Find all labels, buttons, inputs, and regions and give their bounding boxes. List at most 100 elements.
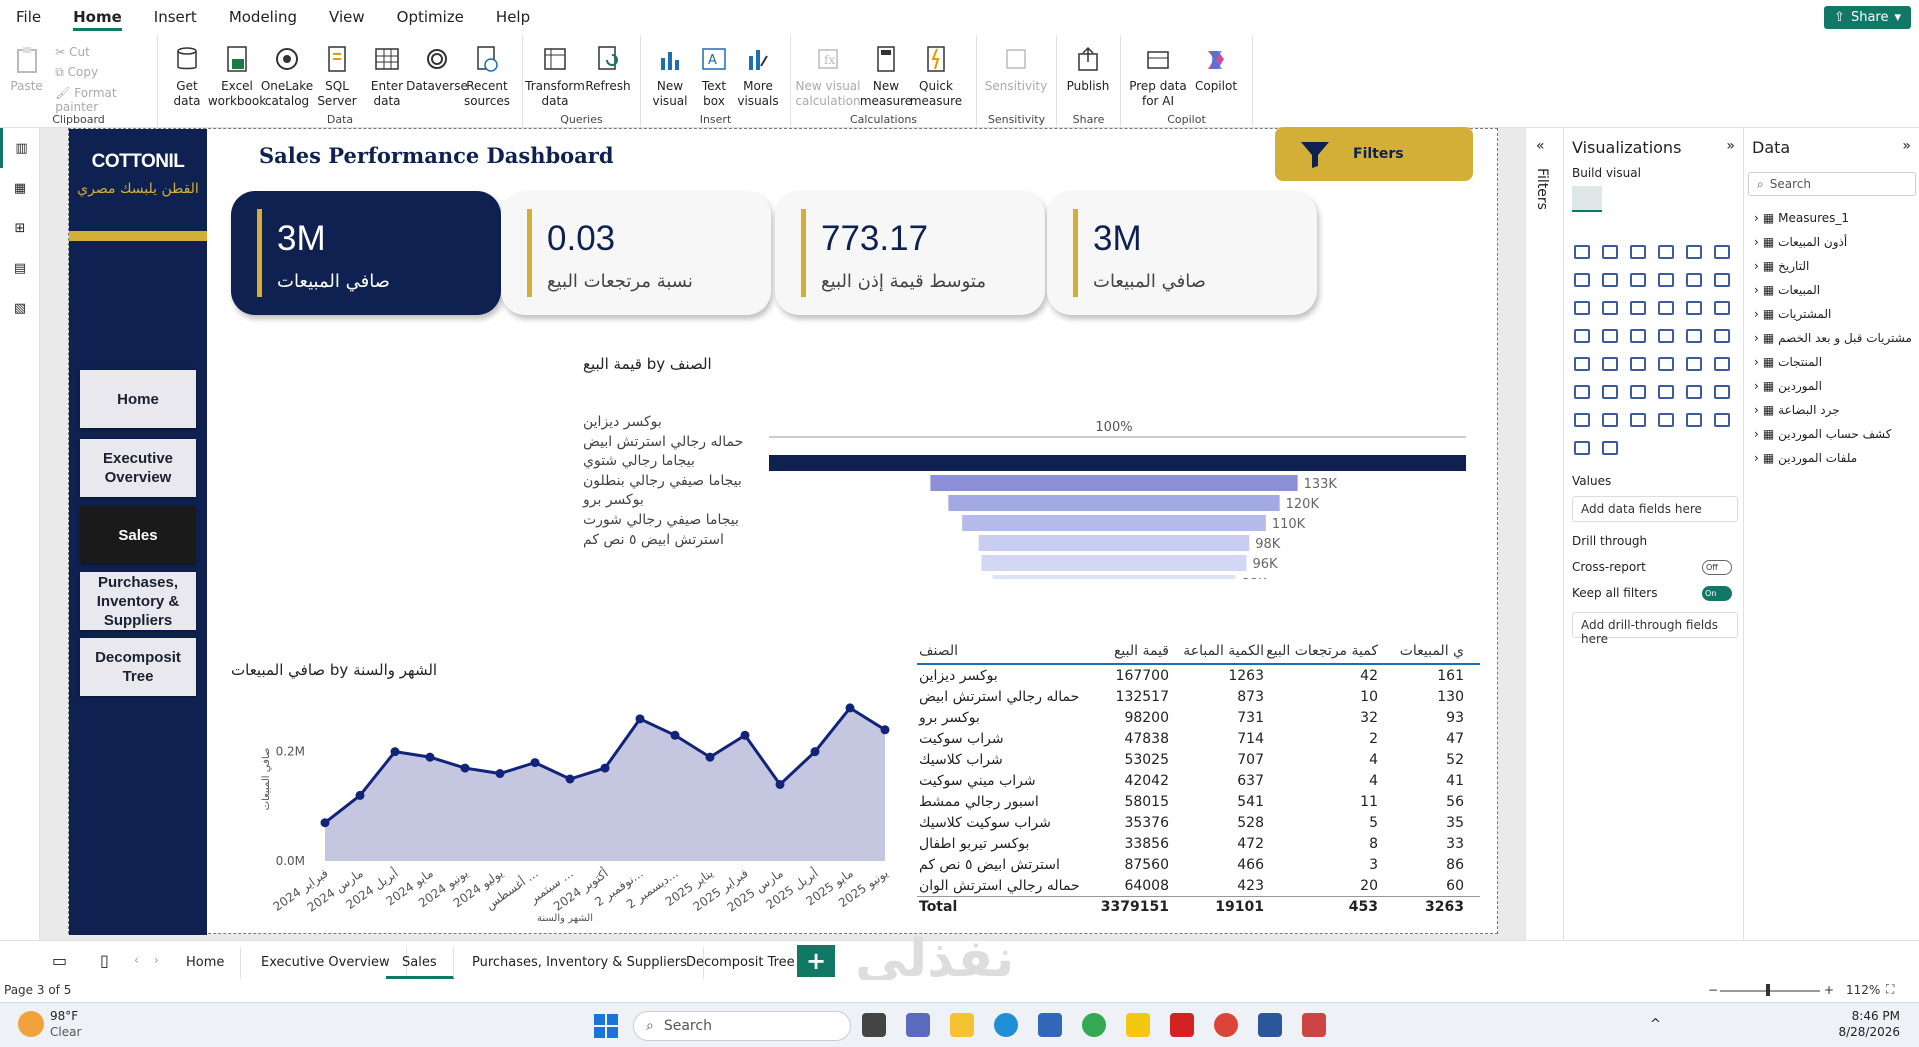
visual-type-icon[interactable]	[1680, 350, 1708, 378]
taskbar-search[interactable]: ⌕ Search	[633, 1011, 851, 1041]
format-painter-button[interactable]: 🖌 Format painter	[55, 86, 153, 114]
menu-optimize[interactable]: Optimize	[381, 0, 480, 35]
nav-sales-button[interactable]: Sales	[80, 506, 196, 564]
sales-table[interactable]: الصنف قيمة البيع الكمية المباعة كمية مرت…	[917, 639, 1480, 916]
data-search-input[interactable]: ⌕ Search	[1748, 172, 1916, 196]
model-view-button[interactable]: ⊞	[0, 208, 40, 248]
word-icon[interactable]	[1258, 1013, 1282, 1037]
visual-type-icon[interactable]	[1596, 350, 1624, 378]
visual-type-icon[interactable]	[1624, 350, 1652, 378]
visual-type-icon[interactable]	[1652, 322, 1680, 350]
data-table-item[interactable]: › ▦ الموردين	[1754, 374, 1912, 398]
data-table-item[interactable]: › ▦ المنتجات	[1754, 350, 1912, 374]
visual-type-icon[interactable]	[1652, 294, 1680, 322]
table-row[interactable]: استرتش ابيض ٥ نص كم 87560 466 3 86	[917, 854, 1480, 875]
share-button[interactable]: ⇧ Share ▾	[1824, 6, 1911, 29]
build-visual-tab[interactable]	[1572, 186, 1602, 212]
visual-type-icon[interactable]	[1680, 266, 1708, 294]
funnel-bar[interactable]	[962, 515, 1266, 531]
data-point[interactable]	[845, 703, 855, 713]
visual-type-icon[interactable]	[1596, 266, 1624, 294]
table-row[interactable]: اسبور رجالي ممشط 58015 541 11 56	[917, 791, 1480, 812]
data-point[interactable]	[635, 714, 645, 724]
report-view-button[interactable]: ▥	[0, 128, 40, 168]
tmdl-view-button[interactable]: ▧	[0, 288, 40, 328]
collapse-left-icon[interactable]: «	[1536, 138, 1545, 154]
visual-type-icon[interactable]	[1708, 238, 1736, 266]
visual-type-icon[interactable]	[1568, 350, 1596, 378]
data-point[interactable]	[670, 730, 680, 740]
data-point[interactable]	[740, 730, 750, 740]
data-table-item[interactable]: › ▦ Measures_1	[1754, 206, 1912, 230]
column-header[interactable]: ي المبيعات	[1378, 643, 1470, 659]
funnel-chart[interactable]: 100%133K120K110K98K96K88K52.2%	[769, 379, 1509, 579]
column-header[interactable]: كمية مرتجعات البيع	[1264, 643, 1378, 659]
column-header[interactable]: قيمة البيع	[1099, 643, 1169, 659]
data-point[interactable]	[775, 779, 785, 789]
nav-decomposit-tree-button[interactable]: Decomposit Tree	[80, 638, 196, 696]
tray-chevron-icon[interactable]: ^	[1650, 1017, 1661, 1032]
visual-type-icon[interactable]	[1708, 350, 1736, 378]
column-header[interactable]: الصنف	[917, 643, 1099, 659]
visual-type-icon[interactable]	[1624, 266, 1652, 294]
table-row[interactable]: بوكسر تيربو اطفال 33856 472 8 33	[917, 833, 1480, 854]
data-point[interactable]	[355, 790, 365, 800]
drill-through-field-well[interactable]: Add drill-through fields here	[1572, 612, 1738, 646]
page-tab-decomposit-tree[interactable]: Decomposit Tree	[670, 947, 812, 979]
visual-type-icon[interactable]	[1624, 294, 1652, 322]
data-point[interactable]	[495, 769, 505, 779]
table-row[interactable]: بوكسر برو 98200 731 32 93	[917, 707, 1480, 728]
windows-start-icon[interactable]	[594, 1014, 618, 1038]
visual-type-icon[interactable]	[1568, 378, 1596, 406]
page-tab-sales[interactable]: Sales	[386, 947, 454, 979]
data-point[interactable]	[390, 747, 400, 757]
data-table-item[interactable]: › ▦ ملفات الموردين	[1754, 446, 1912, 470]
expand-right-icon[interactable]: »	[1902, 138, 1911, 154]
table-row[interactable]: شراب سوكيت 47838 714 2 47	[917, 728, 1480, 749]
power-bi-icon[interactable]	[1126, 1013, 1150, 1037]
visual-type-icon[interactable]	[1708, 322, 1736, 350]
funnel-bar[interactable]	[992, 575, 1236, 579]
chrome-profile-icon[interactable]	[1214, 1013, 1238, 1037]
zoom-in-button[interactable]: +	[1824, 983, 1834, 997]
zoom-slider-thumb[interactable]	[1766, 984, 1770, 996]
data-point[interactable]	[565, 774, 575, 784]
data-point[interactable]	[530, 758, 540, 768]
visual-type-icon[interactable]	[1568, 294, 1596, 322]
visual-type-icon[interactable]	[1624, 238, 1652, 266]
menu-modeling[interactable]: Modeling	[213, 0, 313, 35]
visual-type-icon[interactable]	[1652, 406, 1680, 434]
nav-home-button[interactable]: Home	[80, 370, 196, 428]
visual-type-icon[interactable]	[1568, 406, 1596, 434]
visual-type-icon[interactable]	[1680, 322, 1708, 350]
visual-type-icon[interactable]	[1596, 434, 1624, 462]
visual-type-icon[interactable]	[1652, 238, 1680, 266]
page-tab-executive-overview[interactable]: Executive Overview	[245, 947, 407, 979]
visual-type-icon[interactable]	[1596, 378, 1624, 406]
data-point[interactable]	[425, 752, 435, 762]
visual-type-icon[interactable]	[1624, 378, 1652, 406]
visual-type-icon[interactable]	[1568, 238, 1596, 266]
data-table-item[interactable]: › ▦ أذون المبيعات	[1754, 230, 1912, 254]
data-table-item[interactable]: › ▦ مشتريات قبل و بعد الخصم	[1754, 326, 1912, 350]
visual-type-icon[interactable]	[1652, 350, 1680, 378]
dax-query-view-button[interactable]: ▤	[0, 248, 40, 288]
visual-type-icon[interactable]	[1708, 294, 1736, 322]
table-row[interactable]: شراب سوكيت كلاسيك 35376 528 5 35	[917, 812, 1480, 833]
menu-insert[interactable]: Insert	[138, 0, 213, 35]
menu-file[interactable]: File	[0, 0, 57, 35]
visual-type-icon[interactable]	[1708, 406, 1736, 434]
funnel-bar[interactable]	[981, 555, 1247, 571]
funnel-bar[interactable]	[948, 495, 1280, 511]
column-header[interactable]: الكمية المباعة	[1169, 643, 1264, 659]
area-chart[interactable]: 0.2M0.0Mصافي المبيعاتفبراير 2024مارس 202…	[219, 689, 899, 929]
page-tab-purchases[interactable]: Purchases, Inventory & Suppliers	[456, 947, 704, 979]
expand-right-icon[interactable]: »	[1726, 138, 1735, 154]
cross-report-toggle[interactable]: Off	[1702, 560, 1732, 575]
zoom-out-button[interactable]: −	[1708, 983, 1718, 997]
data-point[interactable]	[600, 763, 610, 773]
menu-view[interactable]: View	[313, 0, 381, 35]
filters-button[interactable]: Filters	[1275, 127, 1473, 181]
visual-type-icon[interactable]	[1680, 294, 1708, 322]
visual-type-icon[interactable]	[1568, 322, 1596, 350]
